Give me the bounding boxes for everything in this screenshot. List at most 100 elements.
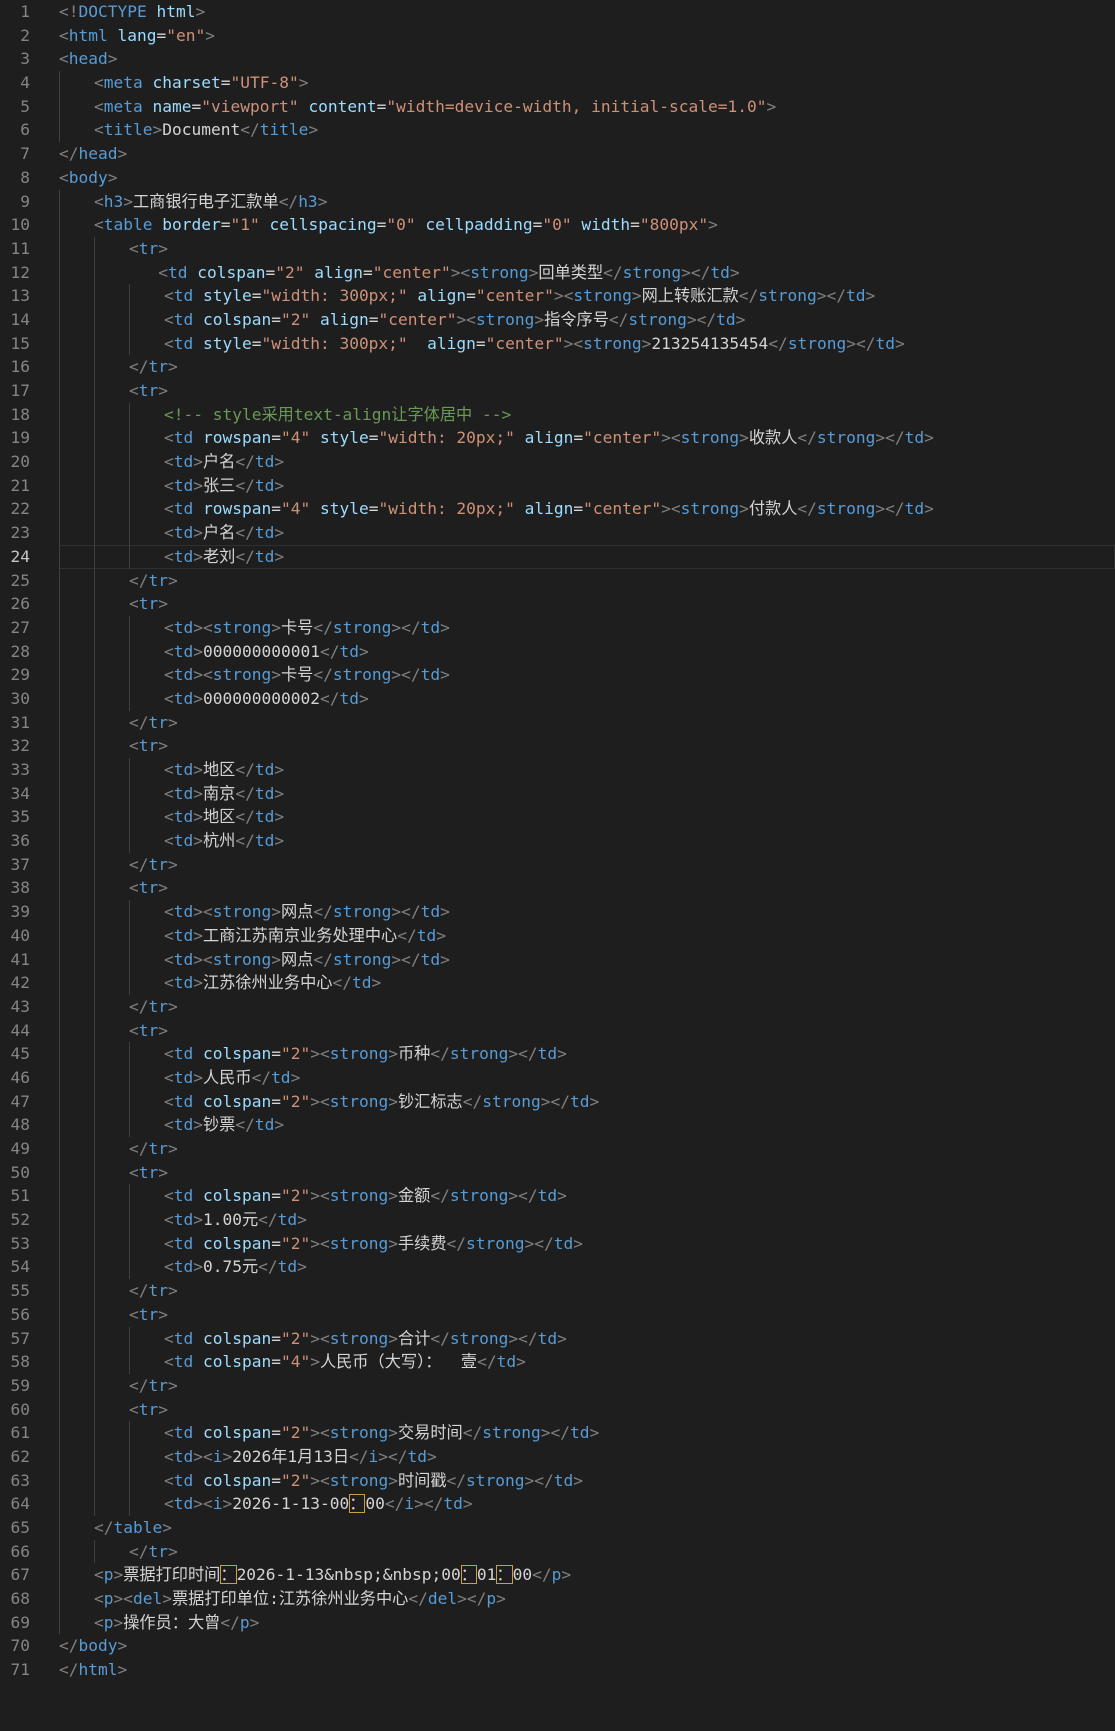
token-punc: <	[59, 25, 69, 45]
code-line[interactable]: <td colspan="2"><strong>时间戳</strong></td…	[59, 1468, 1115, 1493]
token-attr: style	[319, 499, 369, 519]
code-line[interactable]: <td colspan="2"><strong>合计</strong></td>	[59, 1326, 1115, 1351]
code-line[interactable]: </table>	[59, 1516, 1115, 1540]
code-line[interactable]: <td>江苏徐州业务中心</td>	[59, 971, 1115, 995]
code-line[interactable]: <td colspan="2"><strong>手续费</strong></td…	[59, 1231, 1115, 1256]
code-line[interactable]: <!-- style采用text-align让字体居中 -->	[59, 402, 1115, 427]
code-line[interactable]: <td>人民币</td>	[59, 1065, 1115, 1090]
code-line[interactable]: <!DOCTYPE html>	[59, 0, 1115, 24]
token-txt: =	[271, 428, 281, 448]
code-line[interactable]: <td><strong>卡号</strong></td>	[59, 663, 1115, 687]
code-line[interactable]: <td colspan="4">人民币（大写）： 壹</td>	[59, 1350, 1115, 1374]
code-line[interactable]: <p><del>票据打印单位:江苏徐州业务中心</del></p>	[59, 1587, 1115, 1611]
code-line[interactable]: <tr>	[59, 379, 1115, 403]
code-line[interactable]: <td colspan="2"><strong>币种</strong></td>	[59, 1042, 1115, 1066]
code-line[interactable]: </tr>	[59, 1539, 1115, 1564]
code-line[interactable]: <tr>	[59, 734, 1115, 758]
token-punc: </	[251, 1067, 272, 1087]
code-line[interactable]: </html>	[59, 1658, 1115, 1682]
code-line[interactable]: <tr>	[59, 1397, 1115, 1422]
token-attr: colspan	[203, 1328, 272, 1348]
code-text: <td>杭州</td>	[59, 831, 284, 850]
code-line[interactable]: <h3>工商银行电子汇款单</h3>	[59, 189, 1115, 214]
code-line[interactable]: <meta name="viewport" content="width=dev…	[59, 94, 1115, 119]
code-line[interactable]: </tr>	[59, 710, 1115, 735]
code-line[interactable]: </head>	[59, 142, 1115, 166]
code-line[interactable]: <head>	[59, 47, 1115, 71]
code-line[interactable]: <td colspan="2"><strong>交易时间</strong></t…	[59, 1421, 1115, 1445]
code-line[interactable]: <td>钞票</td>	[59, 1113, 1115, 1137]
token-tag: td	[420, 902, 441, 922]
code-line[interactable]: <td><strong>卡号</strong></td>	[59, 615, 1115, 640]
code-line[interactable]: <td>000000000002</td>	[59, 686, 1115, 711]
code-line[interactable]: <td>南京</td>	[59, 781, 1115, 806]
code-line[interactable]: <td>0.75元</td>	[59, 1255, 1115, 1280]
token-str: "4"	[280, 428, 311, 448]
code-line[interactable]: <tr>	[59, 1302, 1115, 1327]
code-line[interactable]: <td colspan="2" align="center"><strong>回…	[59, 260, 1115, 285]
code-line[interactable]: </body>	[59, 1634, 1115, 1658]
code-line[interactable]: <tr>	[59, 876, 1115, 901]
code-line[interactable]: <td>000000000001</td>	[59, 639, 1115, 664]
token-tag: td	[173, 1233, 194, 1253]
code-line[interactable]: <body>	[59, 166, 1115, 190]
code-line[interactable]: </tr>	[59, 852, 1115, 877]
code-line[interactable]: <tr>	[59, 592, 1115, 616]
code-line[interactable]: <td><strong>网点</strong></td>	[59, 900, 1115, 924]
token-tag: strong	[329, 1044, 389, 1064]
code-text: <tr>	[59, 1021, 168, 1040]
code-line[interactable]: <title>Document</title>	[59, 118, 1115, 143]
code-line[interactable]: <td rowspan="4" style="width: 20px;" ali…	[59, 426, 1115, 451]
code-line[interactable]: </tr>	[59, 994, 1115, 1019]
code-line[interactable]: <td style="width: 300px;" align="center"…	[59, 284, 1115, 308]
code-line[interactable]: <tr>	[59, 1018, 1115, 1043]
code-line[interactable]: <td>户名</td>	[59, 521, 1115, 545]
token-punc: ><	[193, 665, 213, 685]
code-line[interactable]: <table border="1" cellspacing="0" cellpa…	[59, 213, 1115, 237]
code-line[interactable]: </tr>	[59, 355, 1115, 379]
code-line[interactable]: <p>票据打印时间：2026-1-13&nbsp;&nbsp;00：01：00<…	[59, 1563, 1115, 1588]
code-line[interactable]: <td><i>2026-1-13-00：00</i></td>	[59, 1492, 1115, 1516]
code-line[interactable]: <p>操作员：大曾</p>	[59, 1610, 1115, 1635]
token-punc: </	[129, 1541, 149, 1561]
code-line[interactable]: <td>户名</td>	[59, 450, 1115, 474]
code-line[interactable]: <td colspan="2" align="center"><strong>指…	[59, 307, 1115, 332]
code-line[interactable]: <td style="width: 300px;" align="center"…	[59, 331, 1115, 356]
code-line[interactable]: </tr>	[59, 568, 1115, 593]
code-area[interactable]: <!DOCTYPE html> <html lang="en"> <head> <me…	[59, 0, 1115, 1682]
code-text: </html>	[59, 1660, 127, 1679]
token-punc: >	[193, 546, 203, 566]
code-line[interactable]: <td><i>2026年1月13日</i></td>	[59, 1444, 1115, 1469]
code-line[interactable]: <html lang="en">	[59, 24, 1115, 48]
code-line[interactable]: <td>1.00元</td>	[59, 1208, 1115, 1232]
code-line[interactable]: <td>张三</td>	[59, 473, 1115, 498]
code-line[interactable]: </tr>	[59, 1137, 1115, 1161]
code-line[interactable]: <td colspan="2"><strong>金额</strong></td>	[59, 1184, 1115, 1209]
token-punc: </	[235, 831, 255, 851]
token-punc: >	[557, 1328, 567, 1348]
line-number: 30	[10, 688, 31, 708]
code-line[interactable]: <td>工商江苏南京业务处理中心</td>	[59, 923, 1115, 948]
token-punc: >	[388, 1091, 398, 1111]
code-line[interactable]: <td>地区</td>	[59, 805, 1115, 830]
token-punc: </	[129, 1281, 149, 1301]
line-number: 64	[10, 1494, 31, 1514]
code-line[interactable]: <td><strong>网点</strong></td>	[59, 947, 1115, 972]
line-number: 18	[10, 404, 31, 424]
code-editor[interactable]: 1 2 3 4 5 6 7 8 9 10 11 12 13 14 15 16 17 18 19 20 21 22 23 24 2…	[0, 0, 1115, 1731]
code-line[interactable]: <tr>	[59, 1160, 1115, 1185]
code-line[interactable]: <td colspan="2"><strong>钞汇标志</strong></t…	[59, 1089, 1115, 1114]
code-line[interactable]: </tr>	[59, 1373, 1115, 1398]
code-line[interactable]: <td>杭州</td>	[59, 829, 1115, 853]
token-txt: 操作员：大曾	[123, 1612, 221, 1632]
token-punc: </	[235, 783, 255, 803]
line-number: 43	[10, 996, 31, 1016]
code-text: <html lang="en">	[59, 26, 215, 45]
code-line[interactable]: <td>老刘</td>	[59, 544, 1115, 569]
code-line[interactable]: </tr>	[59, 1279, 1115, 1303]
token-punc: >	[193, 475, 203, 495]
code-line[interactable]: <td>地区</td>	[59, 758, 1115, 782]
code-line[interactable]: <meta charset="UTF-8">	[59, 71, 1115, 95]
code-line[interactable]: <tr>	[59, 236, 1115, 261]
code-line[interactable]: <td rowspan="4" style="width: 20px;" ali…	[59, 497, 1115, 522]
